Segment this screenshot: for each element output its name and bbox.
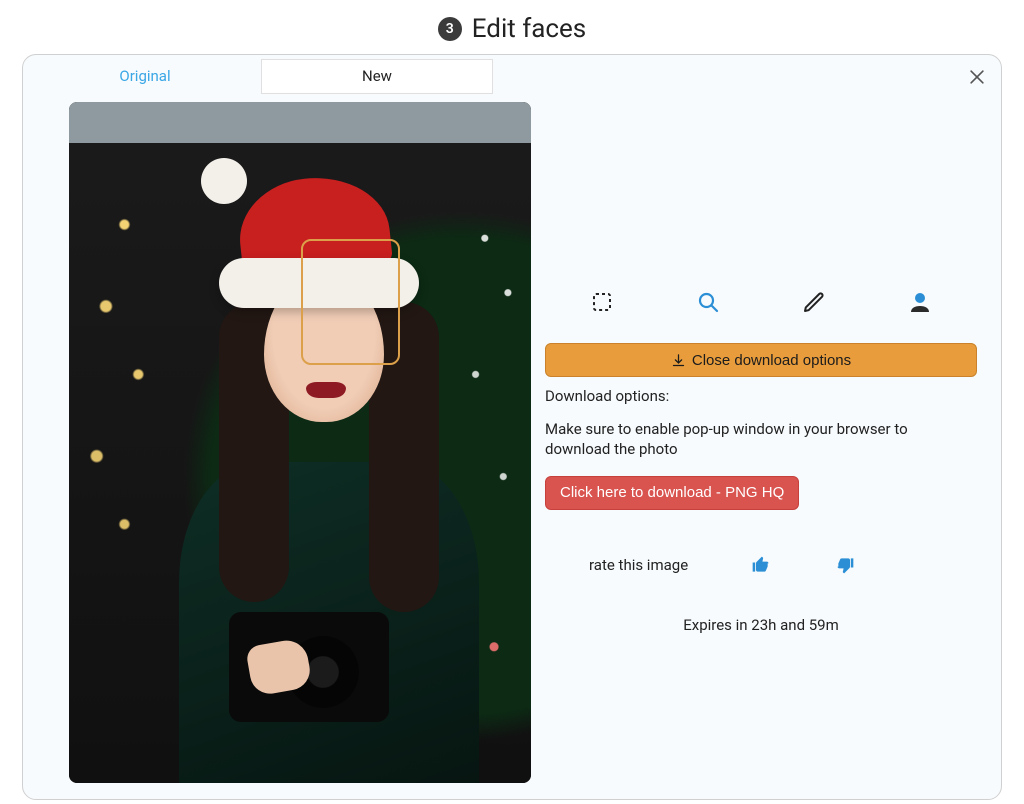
right-pane: Close download options Download options:… <box>531 55 1001 799</box>
download-png-hq-button[interactable]: Click here to download - PNG HQ <box>545 476 799 510</box>
close-icon[interactable] <box>967 67 987 87</box>
left-pane: Original New <box>23 55 531 799</box>
thumbs-up-icon[interactable] <box>750 554 772 576</box>
close-download-options-button[interactable]: Close download options <box>545 343 977 377</box>
page-header: 3 Edit faces <box>0 0 1024 54</box>
close-download-options-label: Close download options <box>692 352 851 369</box>
image-preview[interactable] <box>69 102 531 783</box>
subject-lips <box>306 382 346 398</box>
tab-new[interactable]: New <box>261 59 493 94</box>
hat-pom <box>201 158 247 204</box>
person-icon[interactable] <box>907 289 933 315</box>
thumbs-down-icon[interactable] <box>834 554 856 576</box>
rate-row: rate this image <box>545 554 977 576</box>
face-detection-box[interactable] <box>301 239 400 365</box>
expiry-text: Expires in 23h and 59m <box>545 616 977 634</box>
zoom-icon[interactable] <box>695 289 721 315</box>
rate-label: rate this image <box>589 556 688 574</box>
step-number-badge: 3 <box>438 17 462 41</box>
pencil-icon[interactable] <box>801 289 827 315</box>
page-title: Edit faces <box>472 14 586 44</box>
popup-hint-text: Make sure to enable pop-up window in you… <box>545 419 915 460</box>
download-icon <box>671 353 686 368</box>
editor-panel: Original New <box>22 54 1002 800</box>
download-options-label: Download options: <box>545 387 977 405</box>
crop-icon[interactable] <box>589 289 615 315</box>
tool-row <box>545 289 977 343</box>
tabs: Original New <box>29 59 531 94</box>
tab-original[interactable]: Original <box>29 59 261 94</box>
